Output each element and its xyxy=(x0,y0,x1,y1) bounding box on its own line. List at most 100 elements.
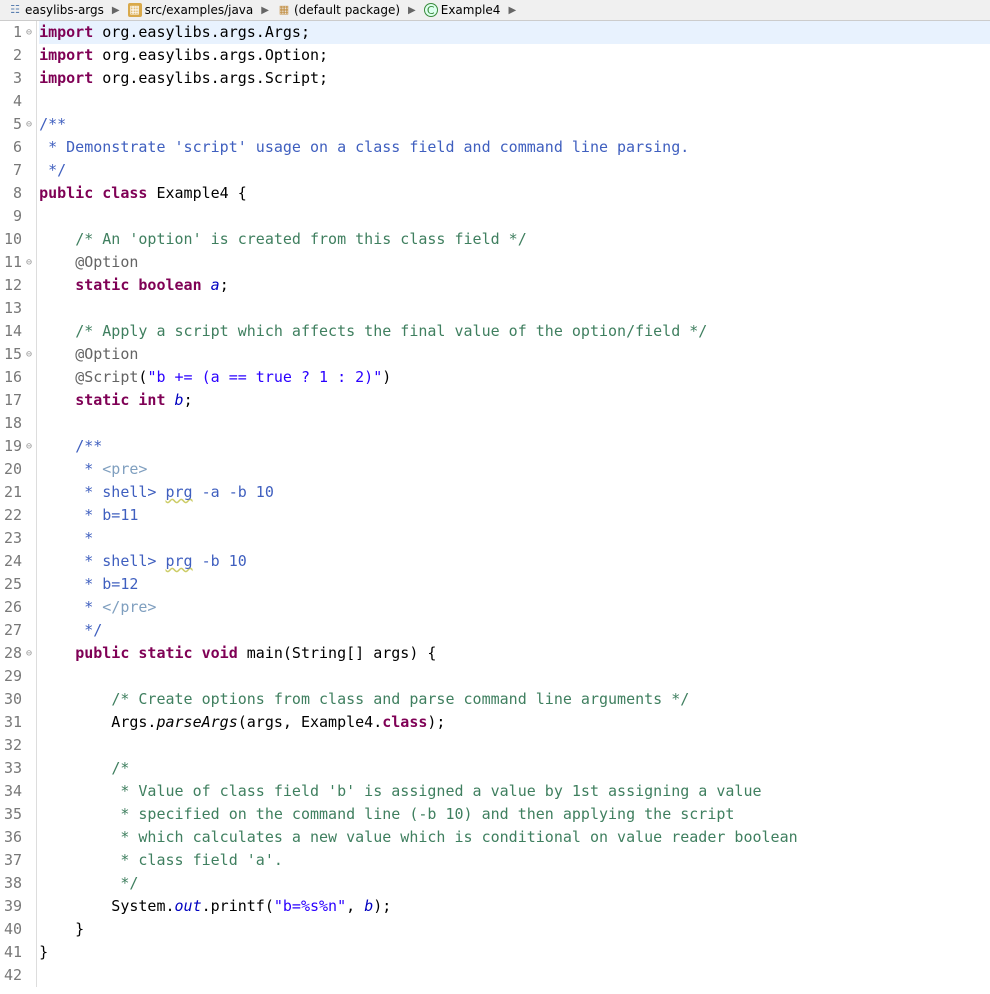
line-number: 11⊖ xyxy=(4,251,34,274)
line-number: 36 xyxy=(4,826,34,849)
line-number: 39 xyxy=(4,895,34,918)
line-number: 40 xyxy=(4,918,34,941)
line-number: 34 xyxy=(4,780,34,803)
line-number: 24 xyxy=(4,550,34,573)
project-icon: ☷ xyxy=(8,3,22,17)
code-line[interactable]: * shell> prg -a -b 10 xyxy=(39,481,990,504)
code-line[interactable]: } xyxy=(39,941,990,964)
code-line[interactable]: static boolean a; xyxy=(39,274,990,297)
line-number: 20 xyxy=(4,458,34,481)
code-line[interactable]: * specified on the command line (-b 10) … xyxy=(39,803,990,826)
line-number: 13 xyxy=(4,297,34,320)
fold-toggle-icon[interactable]: ⊖ xyxy=(24,113,32,136)
line-number: 14 xyxy=(4,320,34,343)
fold-toggle-icon[interactable]: ⊖ xyxy=(24,642,32,665)
code-line[interactable]: } xyxy=(39,918,990,941)
code-line[interactable]: * xyxy=(39,527,990,550)
code-line[interactable]: /* Apply a script which affects the fina… xyxy=(39,320,990,343)
fold-toggle-icon[interactable]: ⊖ xyxy=(24,343,32,366)
breadcrumb-item-folder[interactable]: ▦ src/examples/java xyxy=(124,2,258,18)
line-number: 41 xyxy=(4,941,34,964)
code-line[interactable]: /** xyxy=(39,113,990,136)
line-number: 5⊖ xyxy=(4,113,34,136)
code-line[interactable] xyxy=(39,412,990,435)
line-number: 4 xyxy=(4,90,34,113)
code-line[interactable]: public static void main(String[] args) { xyxy=(39,642,990,665)
code-editor[interactable]: 1⊖2345⊖67891011⊖12131415⊖16171819⊖202122… xyxy=(0,21,990,987)
code-line[interactable]: /** xyxy=(39,435,990,458)
code-line[interactable]: @Script("b += (a == true ? 1 : 2)") xyxy=(39,366,990,389)
line-number: 37 xyxy=(4,849,34,872)
code-line[interactable]: * Demonstrate 'script' usage on a class … xyxy=(39,136,990,159)
chevron-right-icon: ▶ xyxy=(408,5,416,16)
code-line[interactable]: System.out.printf("b=%s%n", b); xyxy=(39,895,990,918)
breadcrumb-item-project[interactable]: ☷ easylibs-args xyxy=(4,2,108,18)
breadcrumb: ☷ easylibs-args ▶ ▦ src/examples/java ▶ … xyxy=(0,0,990,21)
code-line[interactable] xyxy=(39,205,990,228)
code-line[interactable]: public class Example4 { xyxy=(39,182,990,205)
code-line[interactable]: */ xyxy=(39,159,990,182)
line-number: 42 xyxy=(4,964,34,987)
code-line[interactable] xyxy=(39,297,990,320)
line-number: 35 xyxy=(4,803,34,826)
breadcrumb-item-class[interactable]: C Example4 xyxy=(420,2,505,18)
code-line[interactable]: Args.parseArgs(args, Example4.class); xyxy=(39,711,990,734)
code-line[interactable]: * b=11 xyxy=(39,504,990,527)
fold-toggle-icon[interactable]: ⊖ xyxy=(24,21,32,44)
line-number: 12 xyxy=(4,274,34,297)
line-number: 23 xyxy=(4,527,34,550)
code-line[interactable]: import org.easylibs.args.Args; xyxy=(39,21,990,44)
line-number: 19⊖ xyxy=(4,435,34,458)
fold-toggle-icon[interactable]: ⊖ xyxy=(24,251,32,274)
code-line[interactable]: * class field 'a'. xyxy=(39,849,990,872)
code-line[interactable]: import org.easylibs.args.Script; xyxy=(39,67,990,90)
code-line[interactable]: * </pre> xyxy=(39,596,990,619)
code-line[interactable]: * <pre> xyxy=(39,458,990,481)
code-line[interactable]: */ xyxy=(39,872,990,895)
line-number: 25 xyxy=(4,573,34,596)
code-line[interactable]: /* An 'option' is created from this clas… xyxy=(39,228,990,251)
code-line[interactable] xyxy=(39,90,990,113)
chevron-right-icon: ▶ xyxy=(508,5,516,16)
class-icon: C xyxy=(424,3,438,17)
code-line[interactable] xyxy=(39,734,990,757)
breadcrumb-label: easylibs-args xyxy=(25,3,104,17)
line-number: 38 xyxy=(4,872,34,895)
code-line[interactable]: * b=12 xyxy=(39,573,990,596)
line-number: 28⊖ xyxy=(4,642,34,665)
line-number: 7 xyxy=(4,159,34,182)
code-line[interactable] xyxy=(39,665,990,688)
code-line[interactable]: * shell> prg -b 10 xyxy=(39,550,990,573)
code-line[interactable]: * Value of class field 'b' is assigned a… xyxy=(39,780,990,803)
line-number: 29 xyxy=(4,665,34,688)
line-number: 15⊖ xyxy=(4,343,34,366)
code-line[interactable]: @Option xyxy=(39,343,990,366)
code-line[interactable]: /* xyxy=(39,757,990,780)
code-line[interactable]: import org.easylibs.args.Option; xyxy=(39,44,990,67)
code-line[interactable] xyxy=(39,964,990,987)
line-number: 3 xyxy=(4,67,34,90)
line-number: 8 xyxy=(4,182,34,205)
code-line[interactable]: /* Create options from class and parse c… xyxy=(39,688,990,711)
code-line[interactable]: * which calculates a new value which is … xyxy=(39,826,990,849)
line-number-gutter: 1⊖2345⊖67891011⊖12131415⊖16171819⊖202122… xyxy=(0,21,37,987)
package-icon: ▦ xyxy=(277,3,291,17)
line-number: 31 xyxy=(4,711,34,734)
source-folder-icon: ▦ xyxy=(128,3,142,17)
line-number: 22 xyxy=(4,504,34,527)
chevron-right-icon: ▶ xyxy=(261,5,269,16)
line-number: 30 xyxy=(4,688,34,711)
code-area[interactable]: import org.easylibs.args.Args;import org… xyxy=(37,21,990,987)
line-number: 1⊖ xyxy=(4,21,34,44)
chevron-right-icon: ▶ xyxy=(112,5,120,16)
fold-toggle-icon[interactable]: ⊖ xyxy=(24,435,32,458)
line-number: 6 xyxy=(4,136,34,159)
line-number: 26 xyxy=(4,596,34,619)
breadcrumb-item-package[interactable]: ▦ (default package) xyxy=(273,2,404,18)
code-line[interactable]: static int b; xyxy=(39,389,990,412)
code-line[interactable]: @Option xyxy=(39,251,990,274)
line-number: 18 xyxy=(4,412,34,435)
line-number: 27 xyxy=(4,619,34,642)
line-number: 21 xyxy=(4,481,34,504)
code-line[interactable]: */ xyxy=(39,619,990,642)
